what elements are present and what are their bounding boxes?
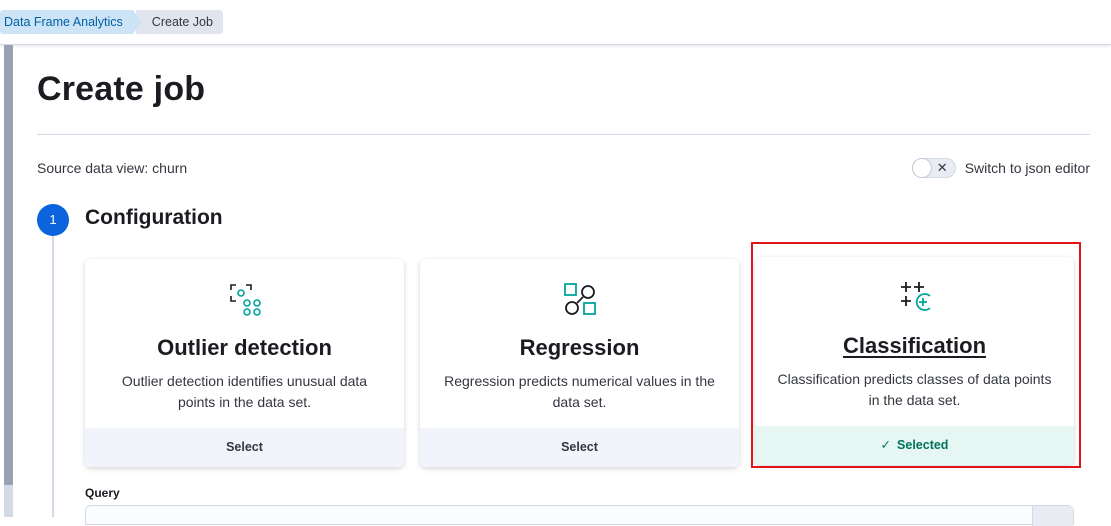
left-scroll-rail: [4, 45, 13, 485]
select-regression-button[interactable]: Select: [420, 428, 739, 467]
card-description: Outlier detection identifies unusual dat…: [121, 373, 368, 410]
step-number-badge: 1: [37, 204, 69, 236]
close-icon: ✕: [936, 160, 948, 175]
step-connector-line: [52, 236, 54, 517]
source-data-view: Source data view: churn: [37, 160, 188, 176]
breadcrumb: Data Frame Analytics Create Job: [0, 10, 223, 34]
query-input[interactable]: [85, 505, 1074, 526]
card-description: Regression predicts numerical values in …: [444, 373, 715, 410]
query-input-button[interactable]: [1032, 506, 1073, 526]
select-outlier-detection-button[interactable]: Select: [85, 428, 404, 467]
json-editor-label[interactable]: Switch to json editor: [965, 160, 1090, 176]
outlier-detection-card[interactable]: Outlier detection Outlier detection iden…: [85, 259, 404, 467]
left-scroll-rail-lower: [4, 485, 13, 517]
page-title: Create job: [37, 70, 206, 108]
breadcrumb-create-job: Create Job: [132, 10, 223, 34]
regression-card[interactable]: Regression Regression predicts numerical…: [420, 259, 739, 467]
json-editor-toggle[interactable]: ✕: [911, 158, 956, 178]
title-divider: [37, 134, 1090, 135]
outlier-detection-icon: [227, 281, 263, 317]
selection-highlight-box: [751, 242, 1081, 468]
query-label: Query: [85, 486, 120, 500]
card-title: Outlier detection: [157, 335, 332, 360]
toggle-knob: [911, 158, 932, 178]
regression-icon: [562, 281, 598, 317]
header-bar: Data Frame Analytics Create Job: [0, 0, 1111, 45]
json-editor-switch[interactable]: ✕ Switch to json editor: [911, 158, 1090, 178]
breadcrumb-data-frame-analytics[interactable]: Data Frame Analytics: [0, 10, 142, 34]
card-title: Regression: [519, 335, 640, 360]
step-title: Configuration: [85, 206, 223, 229]
